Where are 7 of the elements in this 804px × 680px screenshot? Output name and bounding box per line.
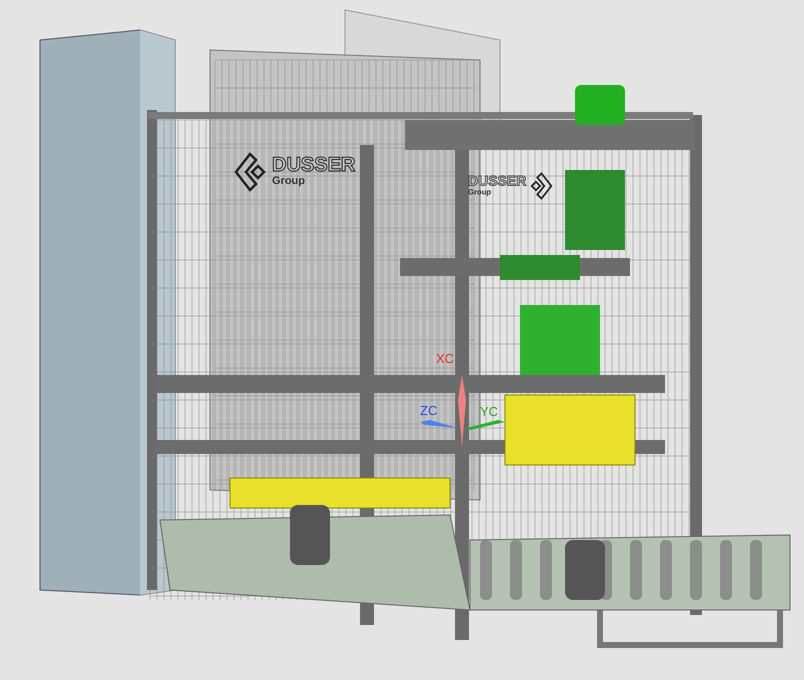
logo-mark-icon	[232, 152, 268, 192]
logo-mark-icon	[529, 172, 554, 200]
axis-label: XC	[436, 352, 454, 365]
logo-tagline: Group	[272, 175, 306, 189]
axis-label: ZC	[420, 404, 438, 417]
axis-label: YC	[480, 405, 498, 418]
logo-name: DUSSER	[272, 155, 356, 176]
